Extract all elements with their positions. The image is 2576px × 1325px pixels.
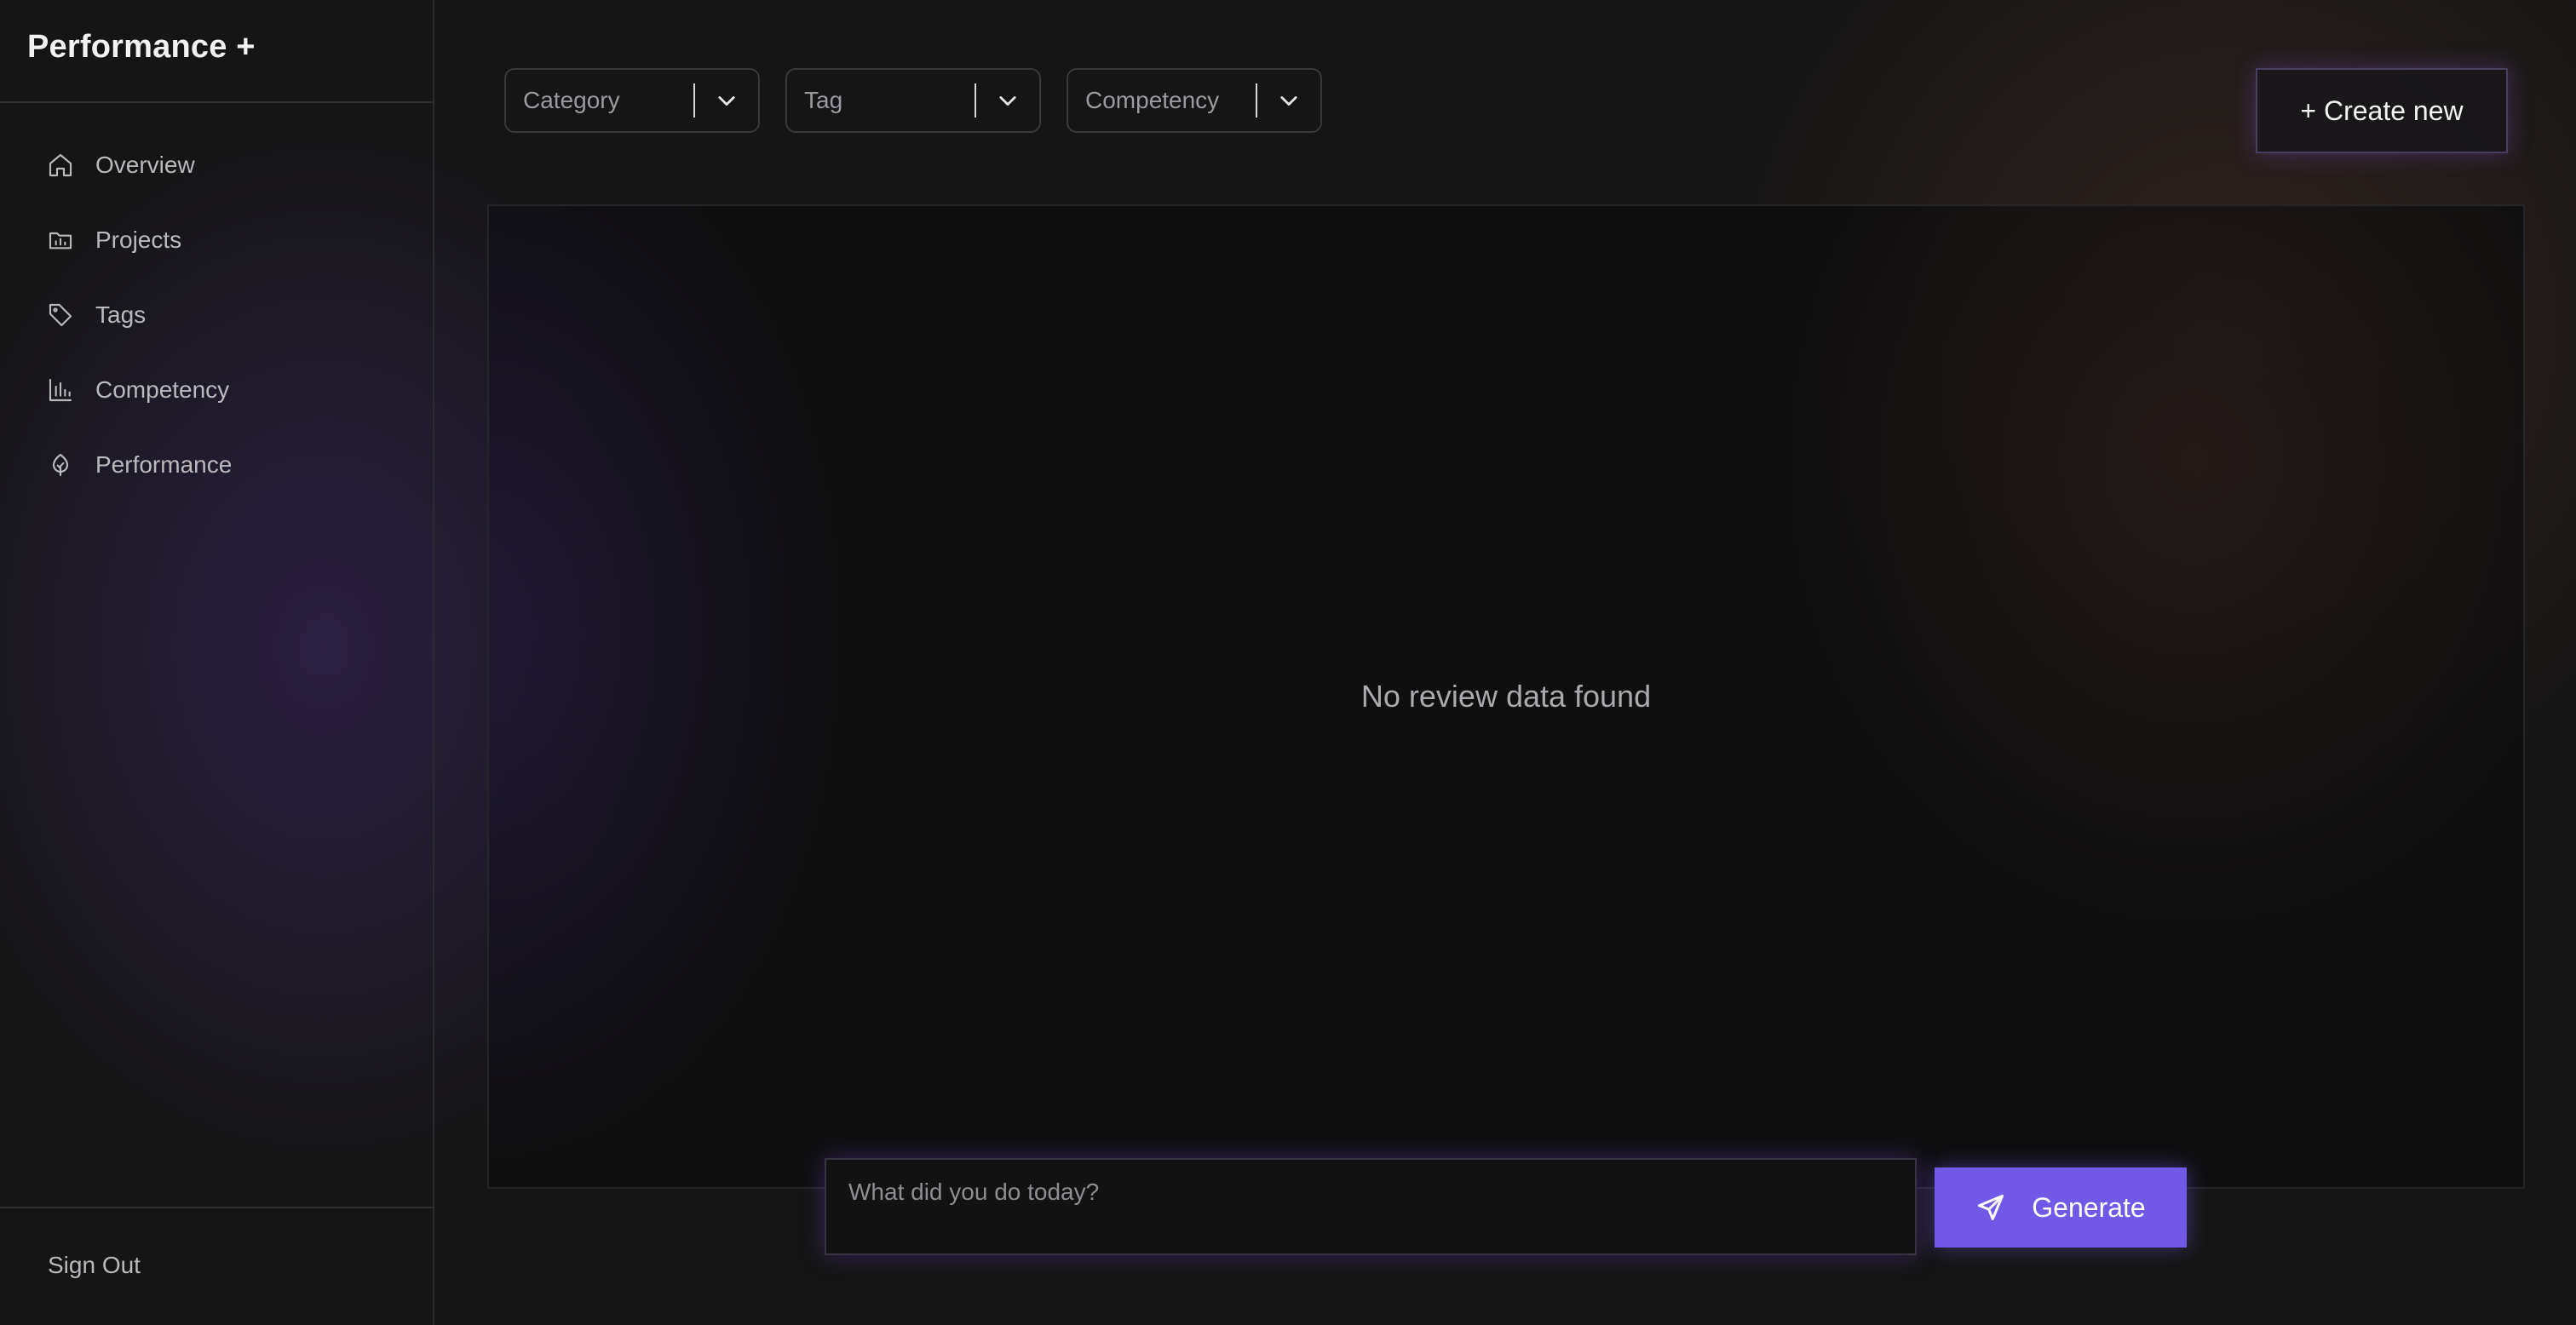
chevron-down-icon[interactable]: [1257, 89, 1320, 112]
review-panel: No review data found: [487, 204, 2525, 1189]
sidebar-footer-divider: [0, 1207, 433, 1208]
sidebar-item-label: Projects: [95, 227, 182, 253]
app-title: Performance +: [27, 29, 256, 65]
sidebar-item-label: Tags: [95, 301, 147, 328]
sidebar-item-label: Competency: [95, 376, 230, 403]
app-root: Performance + Overview Projects Tags Com…: [0, 0, 2576, 1325]
tag-filter[interactable]: Tag: [785, 68, 1041, 133]
sprout-icon: [46, 450, 75, 479]
generate-label: Generate: [2032, 1191, 2146, 1223]
sign-out-link[interactable]: Sign Out: [48, 1252, 141, 1279]
chevron-down-icon[interactable]: [695, 89, 758, 112]
sidebar-item-performance[interactable]: Performance: [0, 427, 433, 502]
sidebar: Performance + Overview Projects Tags Com…: [0, 0, 434, 1325]
sidebar-item-label: Performance: [95, 451, 233, 478]
competency-filter[interactable]: Competency: [1067, 68, 1322, 133]
filter-label: Competency: [1085, 87, 1220, 113]
create-new-button[interactable]: + Create new: [2256, 68, 2508, 153]
chevron-down-icon[interactable]: [976, 89, 1039, 112]
category-filter[interactable]: Category: [504, 68, 760, 133]
filter-label: Category: [523, 87, 620, 113]
activity-input[interactable]: [825, 1158, 1917, 1255]
sidebar-nav: Overview Projects Tags Competency Perfor…: [0, 128, 433, 502]
send-icon: [1975, 1192, 2006, 1223]
bar-chart-icon: [46, 376, 75, 404]
generate-button[interactable]: Generate: [1935, 1167, 2187, 1248]
empty-state-message: No review data found: [1360, 679, 1652, 714]
tag-icon: [46, 301, 75, 330]
sidebar-item-label: Overview: [95, 152, 195, 178]
folder-chart-icon: [46, 226, 75, 255]
sidebar-item-projects[interactable]: Projects: [0, 203, 433, 278]
sidebar-item-competency[interactable]: Competency: [0, 353, 433, 427]
filter-label: Tag: [804, 87, 843, 113]
home-icon: [46, 151, 75, 180]
sidebar-item-tags[interactable]: Tags: [0, 278, 433, 353]
sidebar-divider: [0, 101, 433, 103]
sidebar-item-overview[interactable]: Overview: [0, 128, 433, 203]
